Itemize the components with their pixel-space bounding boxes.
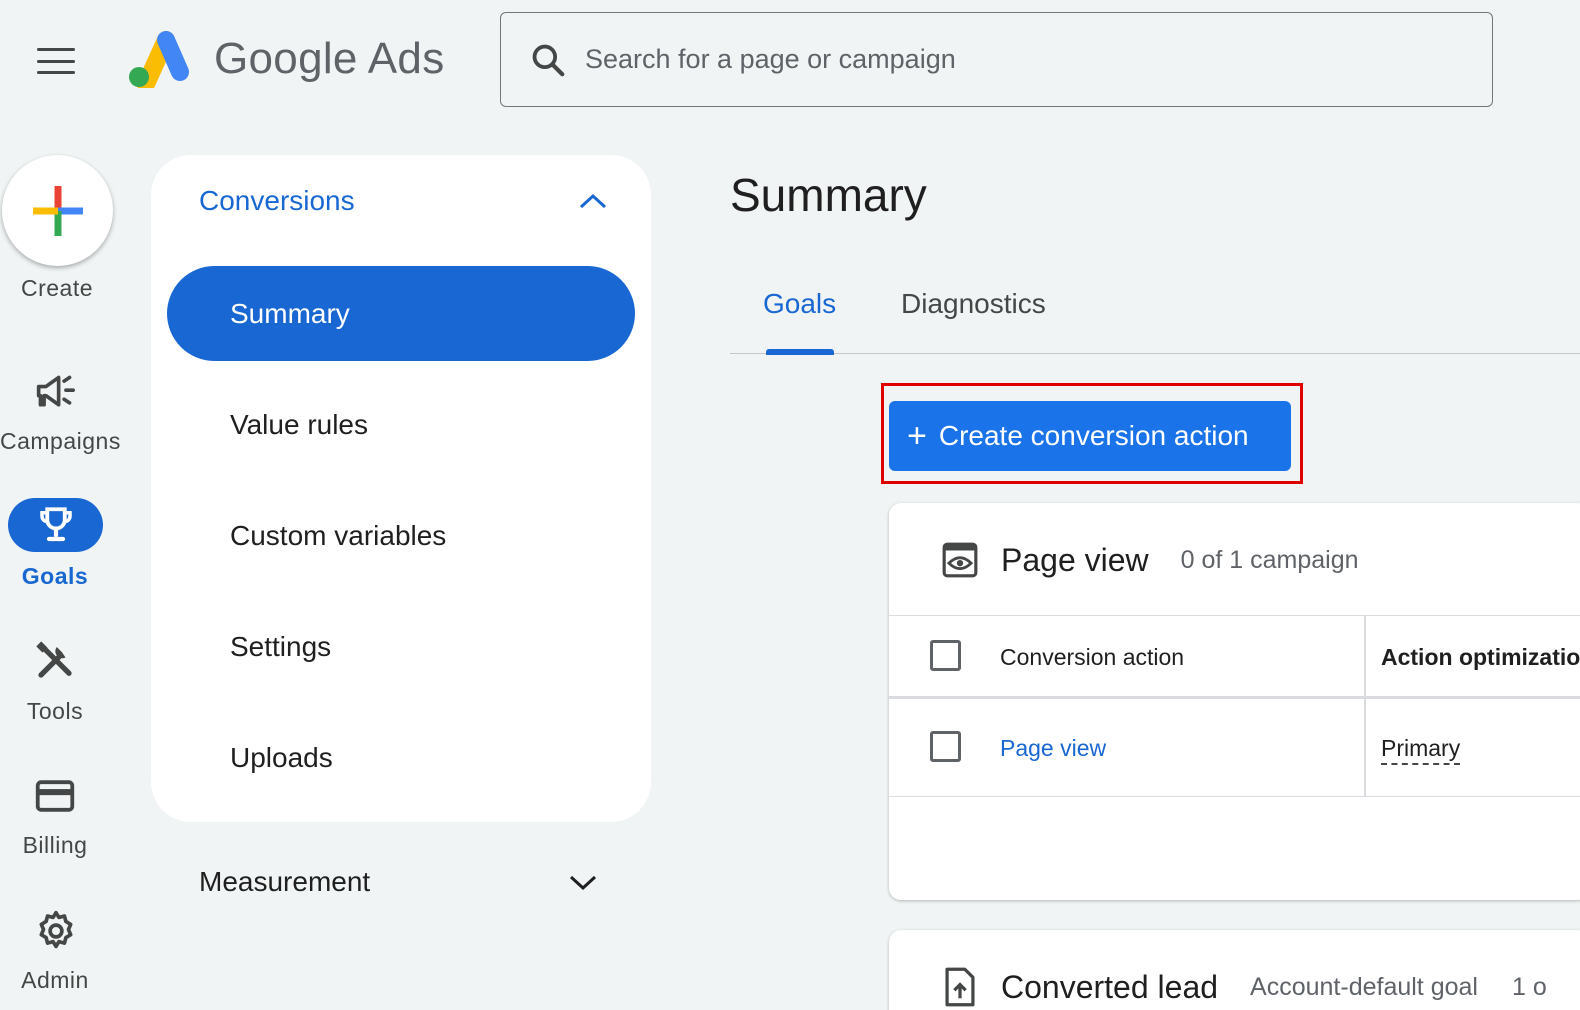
card-extra: 1 o [1511,972,1547,1001]
plus-icon: + [907,417,927,455]
google-ads-logo-icon [129,31,189,88]
tools-icon[interactable] [34,640,76,682]
optimization-status[interactable]: Primary [1381,735,1461,765]
card-subtitle: Account-default goal [1250,972,1478,1001]
measurement-section-header[interactable]: Measurement [199,866,599,898]
table-header: Conversion action Action optimizatio [889,615,1580,699]
nav-item-value-rules[interactable]: Value rules [167,377,635,472]
card-subtitle: 0 of 1 campaign [1180,545,1359,574]
conversions-section-label: Conversions [199,185,355,216]
create-label: Create [20,275,94,301]
row-checkbox[interactable] [930,731,961,762]
search-icon [532,44,565,76]
measurement-label: Measurement [199,866,371,897]
table-row: Page view Primary [889,699,1580,797]
conversions-nav-panel: Conversions Summary Value rules Custom v… [151,155,651,822]
campaigns-label[interactable]: Campaigns [0,428,120,455]
card-title: Page view [1001,541,1149,578]
create-conversion-action-button[interactable]: + Create conversion action [889,401,1291,471]
nav-item-uploads[interactable]: Uploads [167,710,635,805]
column-divider [1364,699,1366,796]
card-header: Converted lead Account-default goal 1 o [941,966,1547,1008]
chevron-down-icon [569,875,597,891]
tab-goals[interactable]: Goals [763,288,836,320]
page-view-goal-card: Page view 0 of 1 campaign Conversion act… [889,503,1580,900]
create-conversion-action-label: Create conversion action [938,420,1249,451]
tab-diagnostics[interactable]: Diagnostics [901,288,1046,320]
main-menu-button[interactable] [30,44,82,78]
nav-item-custom-variables[interactable]: Custom variables [167,488,635,583]
app-title: Google Ads [214,34,445,83]
select-all-checkbox[interactable] [930,640,961,671]
tools-label[interactable]: Tools [0,698,112,725]
menu-line [37,59,75,63]
trophy-icon [39,507,72,542]
campaigns-icon[interactable] [33,372,77,412]
page-view-eye-icon [942,542,978,578]
admin-gear-icon[interactable] [34,909,78,953]
column-header-conversion-action[interactable]: Conversion action [1000,644,1184,671]
goals-label[interactable]: Goals [0,563,112,590]
tab-bar: Goals Diagnostics [730,268,1580,355]
admin-label[interactable]: Admin [0,967,112,994]
column-header-action-optimization[interactable]: Action optimizatio [1381,644,1580,671]
card-header: Page view 0 of 1 campaign [941,541,1359,579]
create-plus-icon [32,185,83,236]
nav-item-settings[interactable]: Settings [167,599,635,694]
goals-nav-item[interactable] [8,498,103,552]
search-input[interactable] [585,44,1435,75]
chevron-up-icon [579,193,607,209]
google-ads-logo[interactable]: Google Ads [126,30,445,88]
conversions-section-header[interactable]: Conversions [199,185,609,217]
menu-line [37,48,75,51]
create-button[interactable] [2,155,113,266]
billing-label[interactable]: Billing [0,832,112,859]
billing-card-icon[interactable] [34,777,76,815]
page-title: Summary [730,169,927,221]
active-tab-indicator [766,349,834,355]
nav-item-summary[interactable]: Summary [167,266,635,361]
converted-lead-goal-card: Converted lead Account-default goal 1 o [889,930,1580,1010]
menu-line [37,71,75,74]
search-box[interactable] [500,12,1493,107]
upload-file-icon [945,967,975,1007]
column-divider [1364,616,1366,696]
card-title: Converted lead [1001,968,1219,1005]
conversion-action-link[interactable]: Page view [1000,735,1106,762]
